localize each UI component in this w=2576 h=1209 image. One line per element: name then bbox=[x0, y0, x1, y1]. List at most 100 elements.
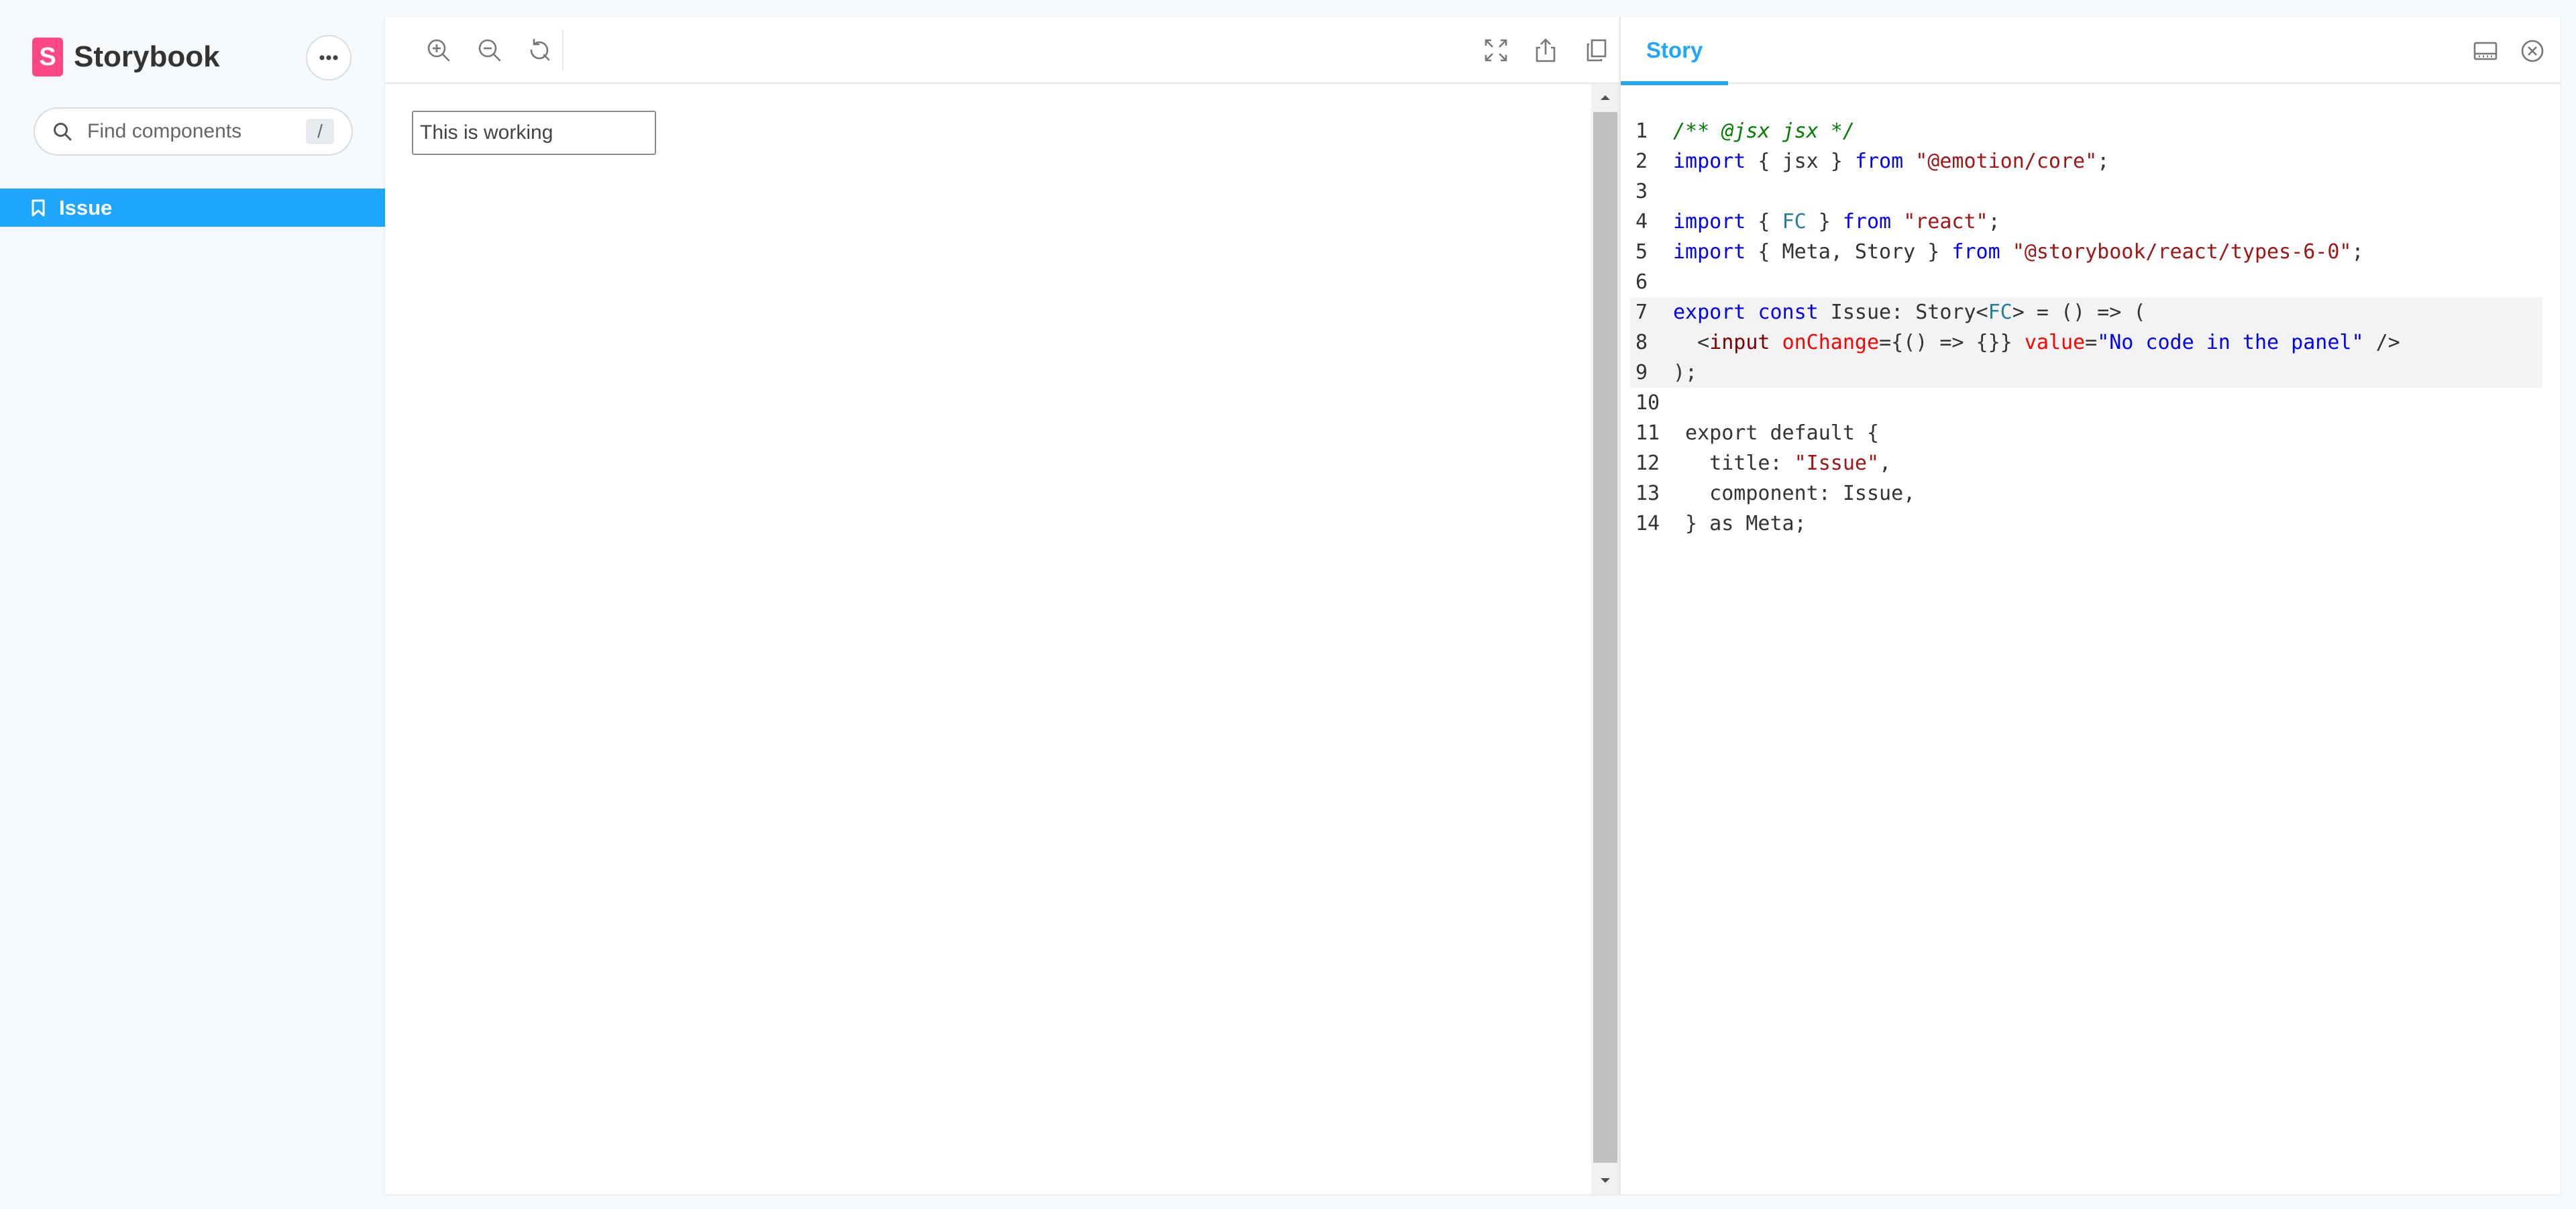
copy-link-button[interactable] bbox=[1580, 34, 1613, 66]
code-token: /** @jsx jsx */ bbox=[1673, 119, 1855, 143]
line-number: 5 bbox=[1635, 240, 1648, 264]
code-line: 10 bbox=[1630, 388, 2542, 418]
code-token: from bbox=[1842, 210, 1892, 233]
code-token: component: Issue, bbox=[1673, 482, 1916, 505]
code-token: /> bbox=[2363, 331, 2400, 354]
code-token: "@storybook/react/types-6-0" bbox=[2012, 240, 2352, 264]
code-line: 4 import { FC } from "react"; bbox=[1630, 207, 2542, 237]
code-token: "react" bbox=[1903, 210, 1988, 233]
story-text-input[interactable] bbox=[412, 111, 656, 155]
code-token: ); bbox=[1673, 361, 1698, 384]
code-token: from bbox=[1854, 150, 1904, 173]
search-box[interactable]: / bbox=[34, 107, 353, 156]
line-number: 10 bbox=[1635, 391, 1660, 415]
scroll-up-arrow-icon[interactable] bbox=[1591, 84, 1619, 111]
search-input[interactable] bbox=[87, 120, 302, 143]
code-token: FC bbox=[1782, 210, 1807, 233]
code-token: title: bbox=[1673, 452, 1794, 475]
fullscreen-button[interactable] bbox=[1480, 34, 1512, 66]
line-number: 2 bbox=[1635, 150, 1648, 173]
code-line: 13 component: Issue, bbox=[1630, 478, 2542, 509]
brand[interactable]: S Storybook bbox=[32, 37, 220, 77]
line-number: 4 bbox=[1635, 210, 1648, 233]
scroll-thumb[interactable] bbox=[1593, 112, 1617, 1163]
code-line: 12 title: "Issue", bbox=[1630, 448, 2542, 478]
reset-zoom-button[interactable] bbox=[523, 34, 555, 66]
zoom-out-button[interactable] bbox=[474, 34, 506, 66]
code-token: ; bbox=[1988, 210, 2000, 233]
code-token: import bbox=[1673, 240, 1746, 264]
code-token: "@emotion/core" bbox=[1915, 150, 2098, 173]
line-number: 13 bbox=[1635, 482, 1660, 505]
line-number: 9 bbox=[1635, 361, 1648, 384]
line-number: 14 bbox=[1635, 512, 1660, 535]
search-icon bbox=[52, 121, 72, 142]
preview-scrollbar[interactable] bbox=[1591, 84, 1619, 1194]
zoom-in-icon bbox=[427, 39, 450, 62]
code-line: 3 bbox=[1630, 176, 2542, 207]
code-token: export default { bbox=[1673, 421, 1880, 445]
fullscreen-icon bbox=[1485, 39, 1507, 62]
line-number: 1 bbox=[1635, 119, 1648, 143]
code-line: 8 < input onChange ={() => {}} value = "No c… bbox=[1630, 327, 2542, 358]
code-token: onChange bbox=[1782, 331, 1880, 354]
toolbar-divider bbox=[562, 30, 564, 70]
canvas-panel bbox=[385, 17, 1619, 1194]
sidebar: S Storybook / Issue bbox=[0, 0, 385, 1209]
close-panel-button[interactable] bbox=[2517, 36, 2548, 66]
share-button[interactable] bbox=[1529, 34, 1562, 66]
sidebar-item-label: Issue bbox=[59, 195, 113, 219]
code-token: } bbox=[1806, 210, 1843, 233]
code-token: } as Meta; bbox=[1673, 512, 1807, 535]
code-line: 11 export default { bbox=[1630, 418, 2542, 448]
code-token: { jsx } bbox=[1746, 150, 1855, 173]
code-token: input bbox=[1709, 331, 1770, 354]
code-token: , bbox=[1879, 452, 1892, 475]
code-token: "No code in the panel" bbox=[2097, 331, 2364, 354]
code-token: export bbox=[1673, 301, 1746, 324]
panel-orientation-button[interactable] bbox=[2470, 36, 2501, 66]
code-view: 1 /** @jsx jsx */ 2 import { jsx } from "@e… bbox=[1630, 116, 2542, 539]
code-line: 2 import { jsx } from "@emotion/core"; bbox=[1630, 146, 2542, 176]
code-token: "Issue" bbox=[1794, 452, 1880, 475]
code-token: ; bbox=[2097, 150, 2110, 173]
scroll-down-arrow-icon[interactable] bbox=[1591, 1167, 1619, 1194]
tab-label: Story bbox=[1646, 38, 1703, 62]
line-number: 3 bbox=[1635, 180, 1648, 203]
storybook-logo-icon: S bbox=[32, 38, 63, 76]
zoom-in-button[interactable] bbox=[423, 34, 455, 66]
code-token: < bbox=[1673, 331, 1710, 354]
code-token: import bbox=[1673, 210, 1746, 233]
code-token: > = () => ( bbox=[2012, 301, 2146, 324]
share-icon bbox=[1536, 38, 1556, 62]
sidebar-item-issue[interactable]: Issue bbox=[0, 189, 385, 227]
addon-panel: Story 1 /** @jsx jsx */ 2 import { jsx } fr… bbox=[1619, 17, 2561, 1194]
reset-zoom-icon bbox=[530, 38, 550, 61]
bookmark-icon bbox=[32, 199, 45, 216]
code-token: value bbox=[2024, 331, 2086, 354]
line-number: 12 bbox=[1635, 452, 1660, 475]
story-preview bbox=[385, 84, 1591, 1194]
active-tab-indicator bbox=[1621, 81, 1729, 85]
tab-story[interactable]: Story bbox=[1621, 17, 1729, 85]
ellipsis-icon bbox=[319, 55, 338, 60]
line-number: 8 bbox=[1635, 331, 1648, 354]
search-shortcut-badge: / bbox=[306, 119, 334, 144]
code-token: = bbox=[2085, 331, 2098, 354]
panel-orientation-icon bbox=[2473, 42, 2498, 60]
code-line: 14 } as Meta; bbox=[1630, 509, 2542, 539]
code-line: 1 /** @jsx jsx */ bbox=[1630, 116, 2542, 146]
code-token: Issue: Story< bbox=[1818, 301, 1988, 324]
addon-tabbar: Story bbox=[1621, 17, 2561, 85]
close-icon bbox=[2521, 40, 2544, 62]
code-line: 9); bbox=[1630, 358, 2542, 388]
code-token: ={() => {}} bbox=[1879, 331, 2025, 354]
code-token: { Meta, Story } bbox=[1746, 240, 1952, 264]
copy-link-icon bbox=[1587, 39, 1607, 62]
code-line: 7 export const Issue: Story< FC > = () => ( bbox=[1630, 297, 2542, 327]
menu-button[interactable] bbox=[306, 35, 352, 81]
code-token: const bbox=[1758, 301, 1819, 324]
